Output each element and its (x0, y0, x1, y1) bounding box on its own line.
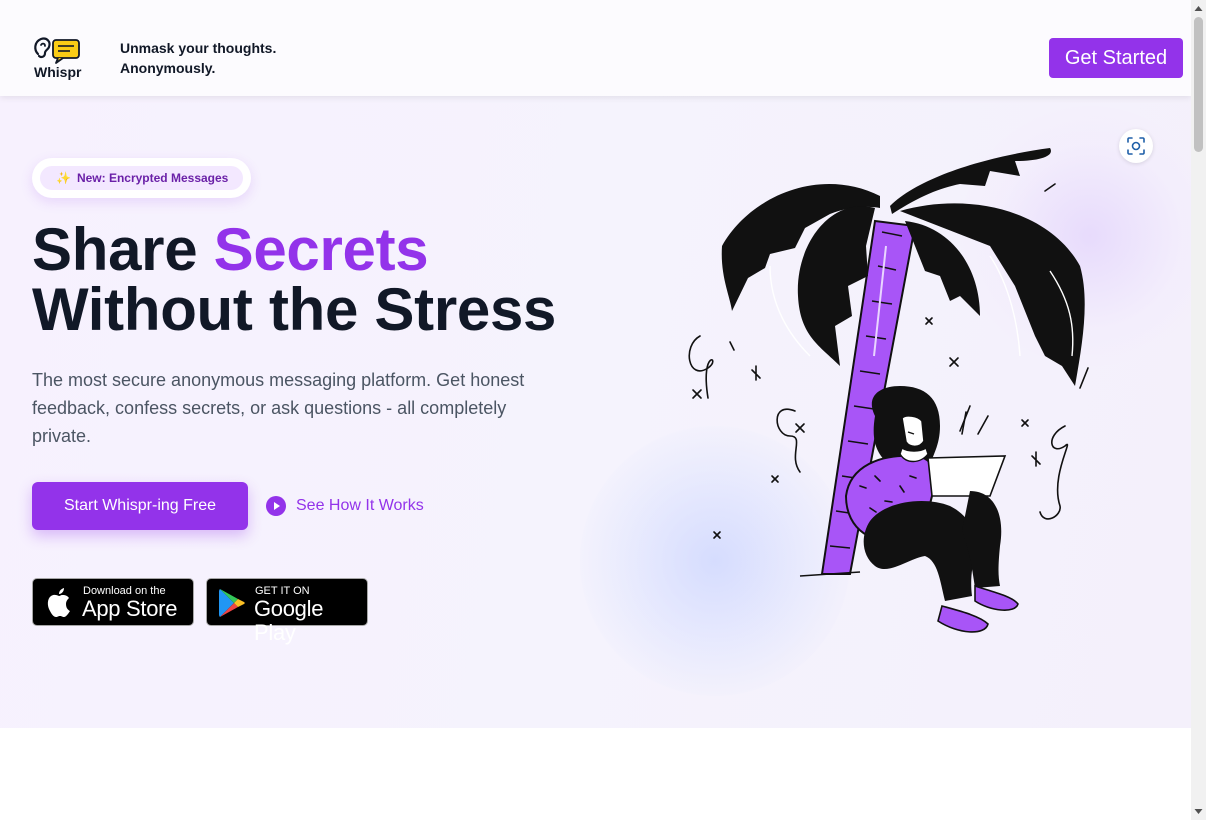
new-feature-badge: ✨ New: Encrypted Messages (32, 158, 251, 198)
app-store-badge[interactable]: Download on the App Store (32, 578, 194, 626)
whispr-logo[interactable]: Whispr (32, 36, 86, 82)
headline-accent: Secrets (213, 216, 429, 283)
google-play-icon (219, 589, 245, 617)
logo-text: Whispr (34, 64, 82, 80)
scrollbar-thumb[interactable] (1194, 17, 1203, 152)
scan-icon (1127, 137, 1145, 155)
apple-icon (47, 588, 70, 617)
headline-part-1: Share (32, 216, 214, 283)
palm-tree-person-illustration (688, 148, 1089, 633)
scroll-down-arrow-icon[interactable] (1191, 803, 1206, 820)
header-tagline: Unmask your thoughts. Anonymously. (120, 38, 276, 78)
see-how-it-works-link[interactable]: See How It Works (266, 494, 424, 518)
see-how-it-works-label: See How It Works (296, 497, 424, 514)
google-play-big-text: Google Play (254, 596, 324, 645)
tagline-line-1: Unmask your thoughts. (120, 40, 277, 56)
hero-description: The most secure anonymous messaging plat… (32, 370, 525, 446)
hero-section: ✨ New: Encrypted Messages Share Secrets … (0, 96, 1191, 728)
page-viewport: Whispr Unmask your thoughts. Anonymously… (0, 0, 1191, 820)
sparkles-icon: ✨ (56, 171, 71, 185)
ear-chat-logo-icon (34, 37, 80, 64)
badge-pill: ✨ New: Encrypted Messages (40, 166, 243, 190)
get-started-button[interactable]: Get Started (1049, 38, 1183, 78)
headline-line-2: Without the Stress (32, 276, 557, 343)
hero-headline: Share Secrets Without the Stress (32, 220, 556, 340)
badge-text: New: Encrypted Messages (76, 171, 229, 185)
tagline-line-2: Anonymously. (120, 60, 216, 76)
vertical-scrollbar[interactable] (1191, 0, 1206, 820)
start-whispring-button[interactable]: Start Whispr-ing Free (32, 482, 248, 530)
app-store-big-text: App Store (82, 596, 178, 621)
scroll-up-arrow-icon[interactable] (1191, 0, 1206, 17)
play-circle-icon (266, 496, 286, 516)
site-header: Whispr Unmask your thoughts. Anonymously… (0, 0, 1191, 96)
google-play-badge[interactable]: GET IT ON Google Play (206, 578, 368, 645)
scan-button[interactable] (1119, 129, 1153, 163)
